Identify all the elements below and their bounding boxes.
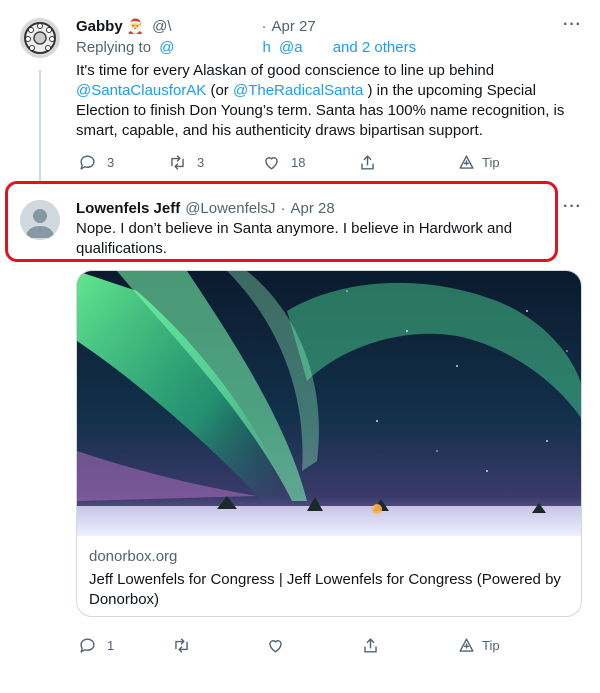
replying-to-line: Replying to @ h @a and 2 others	[76, 39, 416, 56]
tweet1-header: Gabby 🎅 @\ · Apr 27	[76, 16, 316, 36]
tweet2-text: Nope. I don’t believe in Santa anymore. …	[76, 220, 513, 257]
more-options-icon[interactable]: ···	[563, 198, 582, 216]
separator-dot: ·	[280, 199, 286, 217]
reply-mention-2[interactable]: @a	[279, 39, 303, 56]
reply-icon	[80, 155, 95, 170]
share-icon	[361, 155, 374, 170]
rotary-phone-avatar-image	[20, 18, 60, 58]
like-count: 18	[291, 155, 306, 170]
tip-button[interactable]: Tip	[457, 153, 500, 172]
card-domain: donorbox.org	[89, 548, 178, 565]
card-title: Jeff Lowenfels for Congress | Jeff Lowen…	[89, 571, 561, 608]
mention-santaclausforak[interactable]: @SantaClausforAK	[76, 82, 206, 99]
share-button[interactable]	[358, 153, 377, 172]
retweet-icon	[171, 155, 184, 170]
reply-button[interactable]: 3	[78, 153, 114, 172]
avatar-lowenfels[interactable]	[20, 200, 60, 240]
retweet-button[interactable]	[172, 636, 191, 655]
more-options-icon[interactable]: ···	[563, 16, 582, 34]
retweet-icon	[175, 638, 188, 653]
default-avatar-icon	[20, 200, 60, 240]
user-handle[interactable]: @\	[152, 18, 171, 35]
share-icon	[364, 638, 377, 653]
retweet-button[interactable]: 3	[168, 153, 204, 172]
retweet-count: 3	[197, 155, 205, 170]
tweet-date[interactable]: Apr 27	[272, 18, 316, 35]
thread-connector-line	[39, 70, 41, 182]
reply-button[interactable]: 1	[78, 636, 114, 655]
reply-count: 3	[107, 155, 115, 170]
link-preview-card[interactable]: donorbox.org Jeff Lowenfels for Congress…	[76, 270, 582, 617]
separator-dot: ·	[261, 17, 267, 35]
tip-label: Tip	[482, 638, 500, 653]
tweet1-text: It's time for every Alaskan of good cons…	[76, 61, 566, 141]
display-name[interactable]: Lowenfels Jeff	[76, 200, 180, 217]
tip-icon	[459, 638, 474, 652]
avatar-gabby[interactable]	[20, 18, 60, 58]
heart-icon	[265, 157, 278, 170]
display-name[interactable]: Gabby	[76, 18, 123, 35]
mention-theradicalsanta[interactable]: @TheRadicalSanta	[233, 82, 363, 99]
replying-to-label: Replying to	[76, 39, 152, 56]
tip-button[interactable]: Tip	[457, 636, 500, 655]
user-handle[interactable]: @LowenfelsJ	[185, 200, 275, 217]
heart-icon	[269, 640, 282, 653]
like-button[interactable]	[266, 636, 285, 655]
tip-label: Tip	[482, 155, 500, 170]
reply-others-link[interactable]: and 2 others	[333, 39, 416, 56]
share-button[interactable]	[361, 636, 380, 655]
santa-emoji-icon: 🎅	[126, 17, 145, 34]
reply-mention-1-tail[interactable]: h	[262, 39, 270, 56]
reply-icon	[80, 638, 95, 653]
tip-icon	[459, 155, 474, 169]
tweet-text-part: It's time for every Alaskan of good cons…	[76, 62, 495, 79]
tweet-text-part: (or	[210, 82, 229, 99]
reply-mention-1[interactable]: @	[159, 39, 174, 56]
tweet2-header: Lowenfels Jeff @LowenfelsJ · Apr 28	[76, 198, 335, 218]
aurora-image	[77, 271, 581, 536]
reply-count: 1	[107, 638, 115, 653]
tweet-date[interactable]: Apr 28	[290, 200, 334, 217]
like-button[interactable]: 18	[262, 153, 305, 172]
